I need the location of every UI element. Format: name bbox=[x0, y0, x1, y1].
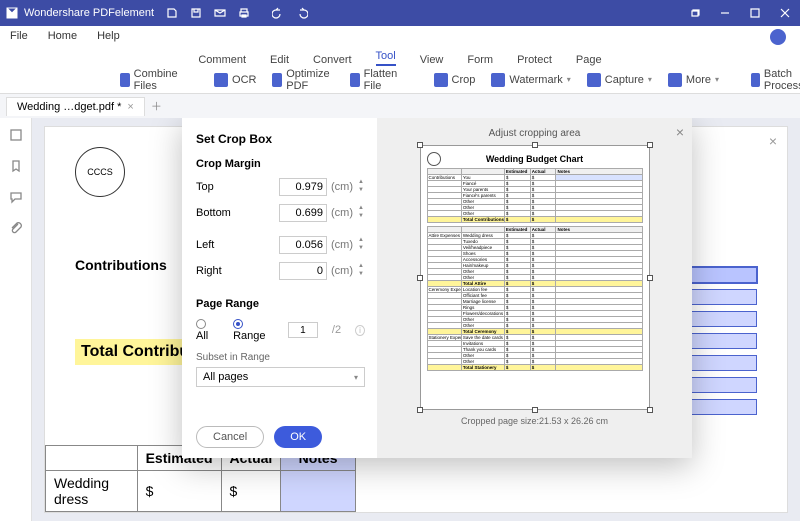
crop-icon bbox=[434, 73, 448, 87]
label-left: Left bbox=[196, 239, 214, 251]
flatten-icon bbox=[350, 73, 360, 87]
doc-tab-close-icon[interactable]: × bbox=[127, 101, 133, 113]
qa-print-icon[interactable] bbox=[232, 0, 256, 26]
stepper-bottom[interactable]: ▲▼ bbox=[357, 205, 365, 221]
preview-title: Wedding Budget Chart bbox=[427, 154, 643, 164]
ribbon-more[interactable]: More▾ bbox=[668, 73, 719, 87]
app-logo-icon bbox=[0, 7, 24, 19]
subset-select[interactable]: All pages▾ bbox=[196, 367, 365, 387]
radio-all[interactable]: All bbox=[196, 318, 219, 342]
qa-redo-icon[interactable] bbox=[290, 0, 314, 26]
preview-logo bbox=[427, 152, 441, 166]
ribbon-batch[interactable]: Batch Process bbox=[751, 68, 800, 92]
canvas: × CCCS Contributions Total Contributions… bbox=[32, 118, 800, 521]
crop-preview[interactable]: Wedding Budget Chart EstimatedActualNote… bbox=[420, 145, 650, 410]
batch-icon bbox=[751, 73, 760, 87]
label-right: Right bbox=[196, 265, 222, 277]
dialog-overlay: × Set Crop Box Crop Margin Top (cm) ▲▼ B… bbox=[32, 118, 800, 521]
ribbon-capture[interactable]: Capture▾ bbox=[587, 73, 652, 87]
ribbon-watermark[interactable]: Watermark▾ bbox=[491, 73, 570, 87]
ribbon: Combine Files OCR Optimize PDF Flatten F… bbox=[0, 66, 800, 94]
combine-icon bbox=[120, 73, 130, 87]
doc-tab-label: Wedding …dget.pdf * bbox=[17, 101, 121, 113]
watermark-icon bbox=[491, 73, 505, 87]
qa-open-icon[interactable] bbox=[160, 0, 184, 26]
doc-tab[interactable]: Wedding …dget.pdf * × bbox=[6, 97, 145, 116]
subset-label: Subset in Range bbox=[196, 352, 365, 363]
workspace: × CCCS Contributions Total Contributions… bbox=[0, 118, 800, 521]
label-top: Top bbox=[196, 181, 214, 193]
tab-form[interactable]: Form bbox=[467, 54, 493, 66]
avatar-icon[interactable] bbox=[770, 29, 786, 45]
comments-icon[interactable] bbox=[9, 190, 23, 207]
ok-button[interactable]: OK bbox=[274, 426, 322, 448]
qa-save-icon[interactable] bbox=[184, 0, 208, 26]
new-tab-icon[interactable]: ＋ bbox=[151, 98, 162, 114]
attachments-icon[interactable] bbox=[9, 221, 23, 238]
tab-comment[interactable]: Comment bbox=[198, 54, 246, 66]
optimize-icon bbox=[272, 73, 282, 87]
preview-table: EstimatedActualNotesContributionsYou$$Fi… bbox=[427, 168, 643, 371]
ribbon-flatten[interactable]: Flatten File bbox=[350, 68, 402, 92]
label-bottom: Bottom bbox=[196, 207, 231, 219]
tab-protect[interactable]: Protect bbox=[517, 54, 552, 66]
qa-mail-icon[interactable] bbox=[208, 0, 232, 26]
info-icon[interactable]: i bbox=[355, 325, 365, 336]
crop-margin-header: Crop Margin bbox=[196, 158, 365, 170]
more-icon bbox=[668, 73, 682, 87]
range-total: /2 bbox=[332, 324, 341, 336]
tab-page[interactable]: Page bbox=[576, 54, 602, 66]
ribbon-tabs: Comment Edit Convert Tool View Form Prot… bbox=[0, 46, 800, 66]
dialog-close-icon[interactable]: × bbox=[676, 124, 684, 140]
thumbnails-icon[interactable] bbox=[9, 128, 23, 145]
page-range-header: Page Range bbox=[196, 298, 365, 310]
app-title: Wondershare PDFelement bbox=[24, 7, 154, 19]
menu-file[interactable]: File bbox=[10, 30, 28, 42]
menu-bar: File Home Help bbox=[0, 26, 800, 46]
tab-view[interactable]: View bbox=[420, 54, 444, 66]
tab-edit[interactable]: Edit bbox=[270, 54, 289, 66]
maximize-icon[interactable] bbox=[740, 0, 770, 26]
chevron-down-icon: ▾ bbox=[354, 373, 358, 382]
bookmarks-icon[interactable] bbox=[9, 159, 23, 176]
ribbon-crop[interactable]: Crop bbox=[434, 73, 476, 87]
crop-dialog: × Set Crop Box Crop Margin Top (cm) ▲▼ B… bbox=[182, 118, 692, 458]
input-top[interactable] bbox=[279, 178, 327, 196]
document-tabs: Wedding …dget.pdf * × ＋ bbox=[0, 94, 800, 118]
input-left[interactable] bbox=[279, 236, 327, 254]
left-rail bbox=[0, 118, 32, 521]
input-bottom[interactable] bbox=[279, 204, 327, 222]
menu-help[interactable]: Help bbox=[97, 30, 120, 42]
ocr-icon bbox=[214, 73, 228, 87]
dialog-title: Set Crop Box bbox=[196, 132, 365, 146]
ribbon-optimize[interactable]: Optimize PDF bbox=[272, 68, 333, 92]
ribbon-ocr[interactable]: OCR bbox=[214, 73, 256, 87]
capture-icon bbox=[587, 73, 601, 87]
close-icon[interactable] bbox=[770, 0, 800, 26]
restore-icon[interactable] bbox=[680, 0, 710, 26]
minimize-icon[interactable] bbox=[710, 0, 740, 26]
tab-tool[interactable]: Tool bbox=[376, 50, 396, 66]
radio-range[interactable]: Range bbox=[233, 318, 274, 342]
stepper-right[interactable]: ▲▼ bbox=[357, 263, 365, 279]
range-input[interactable] bbox=[288, 322, 318, 338]
stepper-top[interactable]: ▲▼ bbox=[357, 179, 365, 195]
menu-home[interactable]: Home bbox=[48, 30, 77, 42]
title-bar: Wondershare PDFelement bbox=[0, 0, 800, 26]
cancel-button[interactable]: Cancel bbox=[196, 426, 264, 448]
stepper-left[interactable]: ▲▼ bbox=[357, 237, 365, 253]
preview-header: Adjust cropping area bbox=[489, 128, 581, 139]
crop-size-readout: Cropped page size:21.53 x 26.26 cm bbox=[461, 416, 608, 426]
qa-undo-icon[interactable] bbox=[266, 0, 290, 26]
input-right[interactable] bbox=[279, 262, 327, 280]
ribbon-combine[interactable]: Combine Files bbox=[120, 68, 182, 92]
tab-convert[interactable]: Convert bbox=[313, 54, 352, 66]
